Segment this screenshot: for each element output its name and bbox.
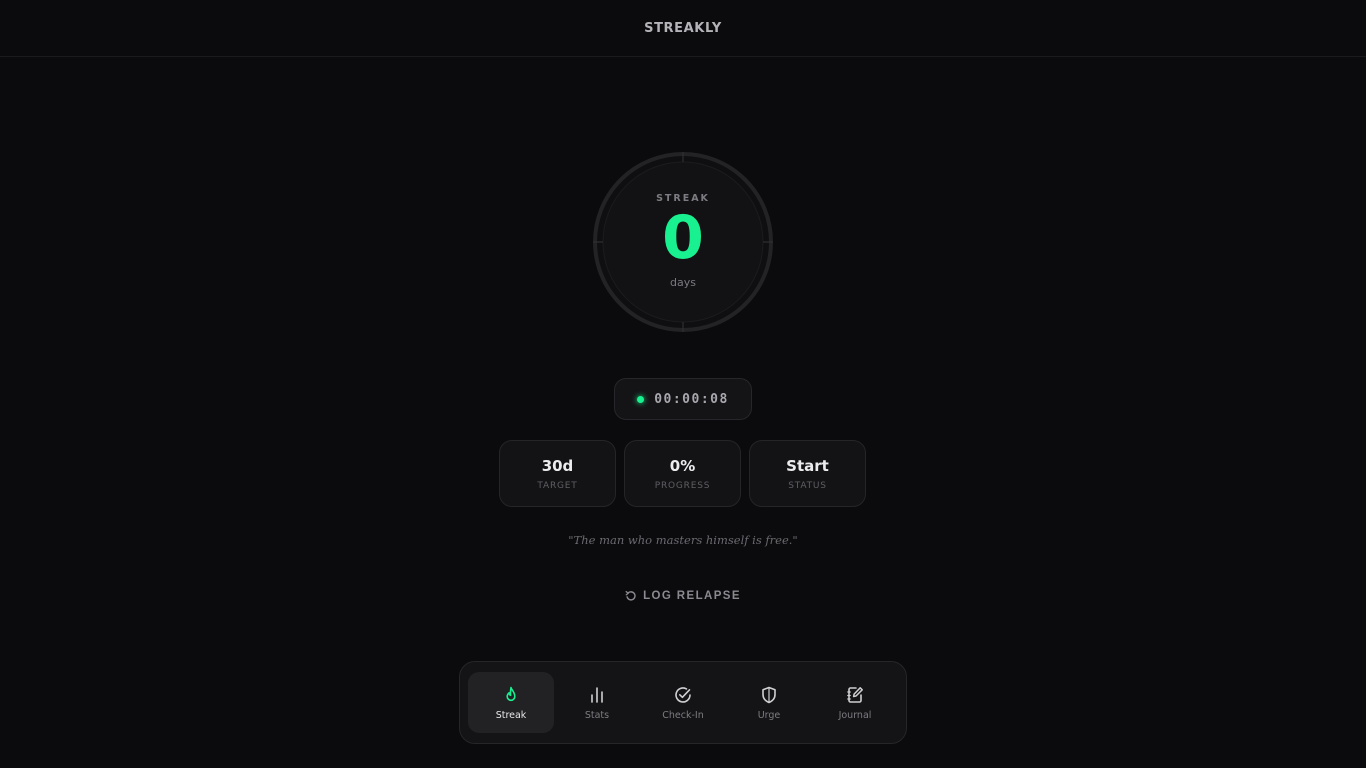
- live-status-dot: [637, 395, 645, 403]
- bottom-nav: Streak Stats Check-In Urge Journal: [459, 661, 907, 744]
- nav-item-stats[interactable]: Stats: [554, 672, 640, 733]
- streak-ring: STREAK 0 days: [592, 151, 774, 333]
- nav-label: Streak: [495, 709, 527, 721]
- stat-card-progress: 0% PROGRESS: [624, 440, 741, 507]
- flame-icon: [506, 686, 516, 701]
- nav-label: Stats: [584, 709, 610, 721]
- nav-label: Check-In: [662, 709, 704, 721]
- app-header: STREAKLY: [0, 0, 1366, 57]
- elapsed-timer: 00:00:08: [614, 378, 752, 420]
- stat-label: PROGRESS: [654, 480, 711, 491]
- streak-ring-content: STREAK 0 days: [592, 151, 774, 333]
- stat-value: Start: [786, 456, 829, 475]
- nav-item-streak[interactable]: Streak: [468, 672, 554, 733]
- stats-row: 30d TARGET 0% PROGRESS Start STATUS: [499, 440, 866, 507]
- nav-item-urge[interactable]: Urge: [726, 672, 812, 733]
- nav-item-check-in[interactable]: Check-In: [640, 672, 726, 733]
- bar-chart-icon: [591, 686, 603, 703]
- motivational-quote: "The man who masters himself is free.": [568, 533, 798, 547]
- stat-label: STATUS: [788, 480, 827, 491]
- stat-card-status: Start STATUS: [749, 440, 866, 507]
- timer-value: 00:00:08: [654, 391, 729, 407]
- nav-label: Urge: [757, 709, 781, 721]
- streak-count: 0: [662, 203, 704, 273]
- reset-icon: [625, 590, 636, 601]
- stat-card-target: 30d TARGET: [499, 440, 616, 507]
- nav-label: Journal: [838, 709, 872, 721]
- log-relapse-label: LOG RELAPSE: [643, 590, 741, 602]
- log-relapse-button[interactable]: LOG RELAPSE: [620, 584, 746, 608]
- app-root: STREAKLY STREAK 0 days 00:00:08 30d TARG…: [0, 0, 1366, 768]
- app-title: STREAKLY: [644, 20, 722, 36]
- stat-label: TARGET: [537, 480, 578, 491]
- check-circle-icon: [675, 686, 691, 703]
- stat-value: 0%: [669, 456, 696, 475]
- streak-unit: days: [670, 276, 696, 289]
- nav-item-journal[interactable]: Journal: [812, 672, 898, 733]
- journal-edit-icon: [847, 686, 863, 703]
- stat-value: 30d: [541, 456, 574, 475]
- shield-icon: [762, 686, 776, 703]
